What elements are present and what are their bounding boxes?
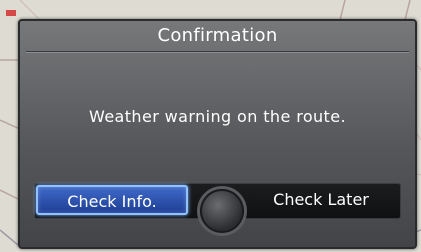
title-divider [26, 51, 409, 53]
dialog-title: Confirmation [157, 25, 278, 46]
check-info-button[interactable]: Check Info. [36, 185, 188, 215]
selector-knob-icon [200, 189, 244, 233]
check-later-button[interactable]: Check Later [246, 185, 396, 215]
map-poi-marker [6, 10, 16, 16]
confirmation-dialog: Confirmation Weather warning on the rout… [18, 19, 417, 249]
dialog-message: Weather warning on the route. [89, 107, 346, 126]
